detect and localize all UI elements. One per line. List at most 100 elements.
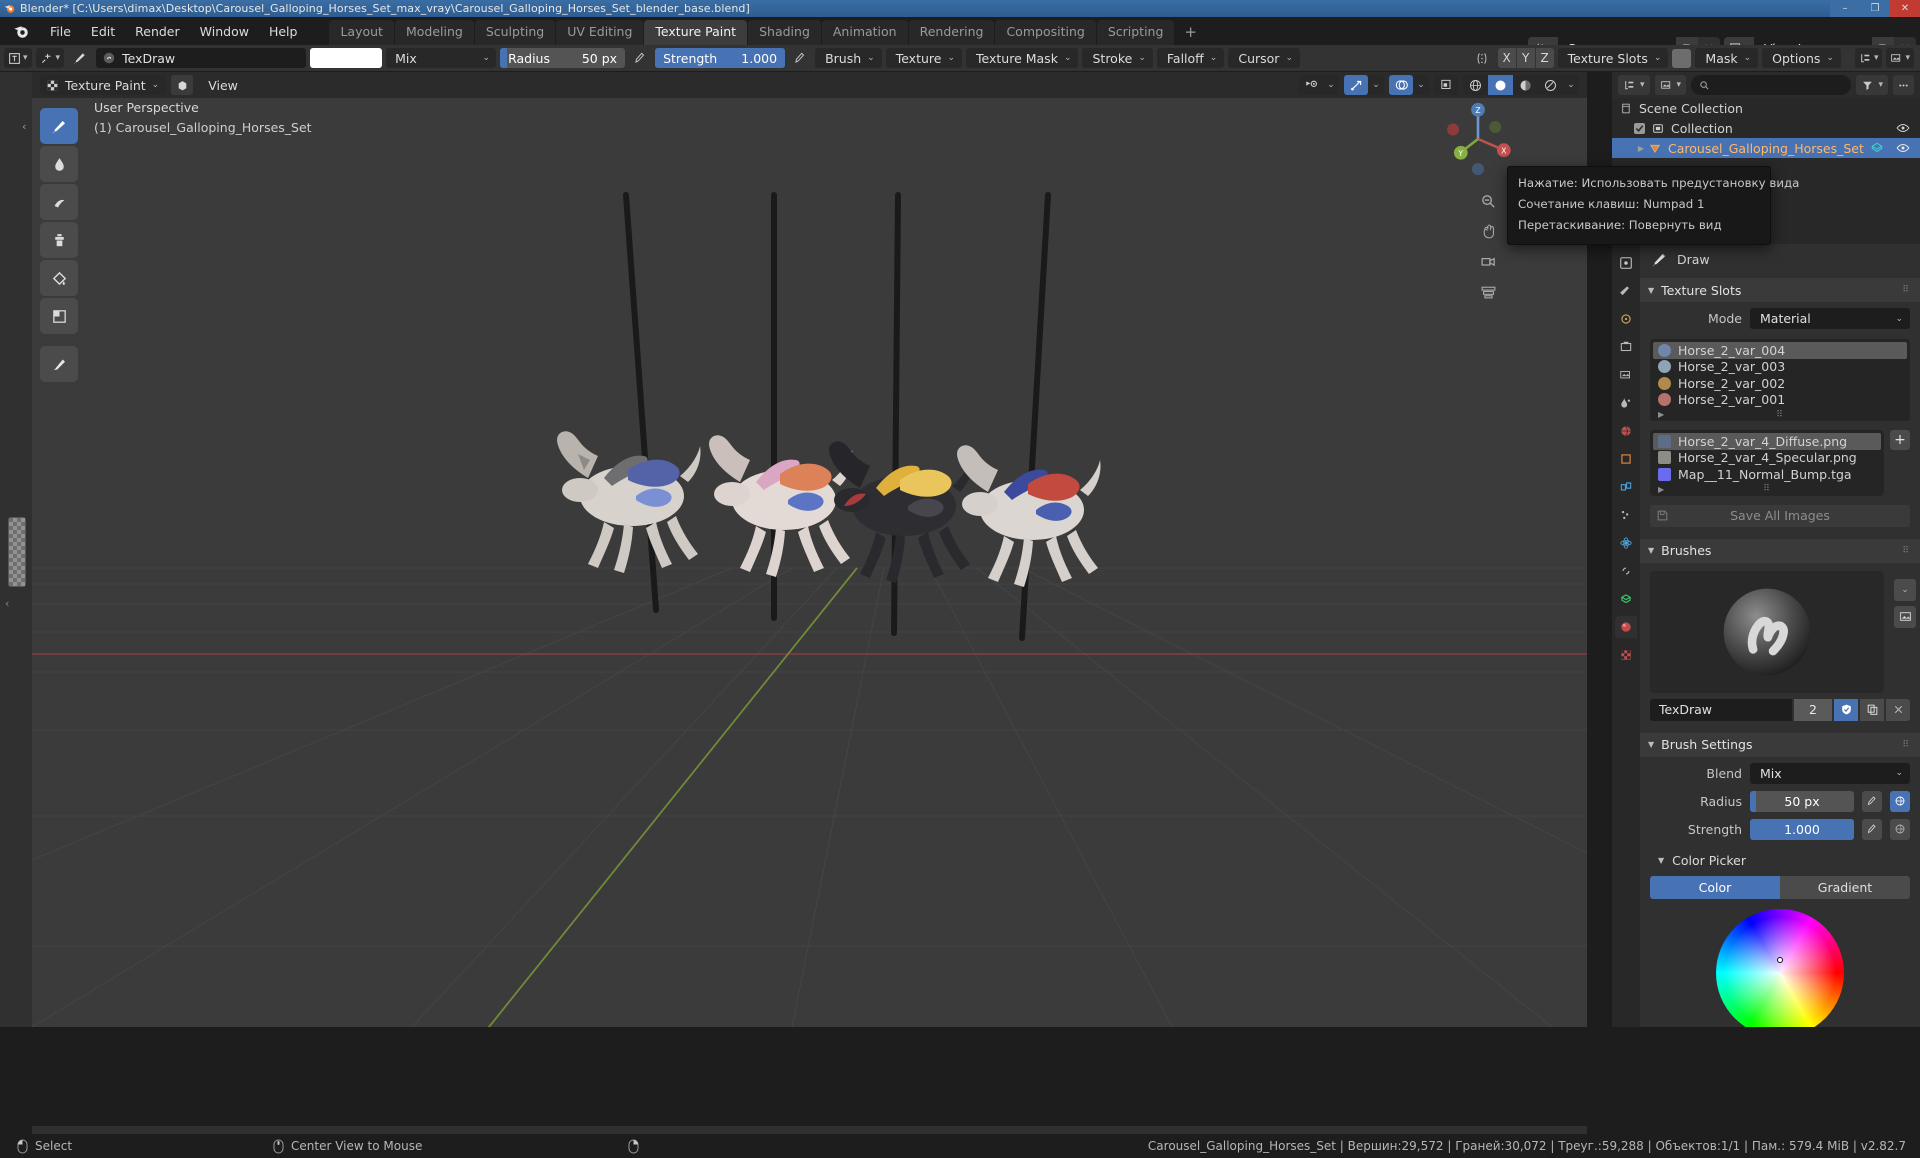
workspace-tab-uv-editing[interactable]: UV Editing	[556, 20, 644, 45]
list-item[interactable]: Horse_2_var_003	[1650, 359, 1910, 376]
expand-triangle-icon[interactable]: ▶	[1658, 485, 1664, 494]
resize-grip-icon[interactable]: ⠿	[1763, 484, 1771, 494]
workspace-tab-sculpting[interactable]: Sculpting	[474, 20, 556, 45]
texture-mask-menu[interactable]: Texture Mask ⌄	[966, 48, 1079, 68]
mode-dropdown[interactable]: Material ⌄	[1750, 308, 1910, 329]
outliner-filter-button[interactable]: ▾	[1856, 75, 1888, 95]
radius-pressure-toggle[interactable]	[629, 48, 651, 68]
expand-triangle-icon[interactable]: ▶	[1634, 144, 1648, 153]
workspace-tab-shading[interactable]: Shading	[748, 20, 821, 45]
menu-file[interactable]: File	[40, 21, 81, 42]
properties-tab-material[interactable]	[1615, 616, 1637, 638]
list-item[interactable]: Horse_2_var_4_Specular.png	[1650, 450, 1884, 467]
symmetry-y-toggle[interactable]: Y	[1516, 48, 1535, 68]
tool-clone-button[interactable]	[40, 222, 78, 258]
overlay-icon[interactable]	[1389, 75, 1413, 95]
add-workspace-button[interactable]: +	[1175, 21, 1206, 45]
tool-fill-button[interactable]	[40, 260, 78, 296]
gizmo-toggle-group[interactable]: ⌄	[1344, 75, 1384, 95]
mask-menu[interactable]: Mask ⌄	[1695, 48, 1759, 68]
falloff-menu[interactable]: Falloff ⌄	[1156, 48, 1225, 68]
menu-help[interactable]: Help	[259, 21, 308, 42]
gizmo-icon[interactable]	[1344, 75, 1368, 95]
close-button[interactable]: ✕	[1890, 0, 1920, 17]
chevron-down-icon[interactable]: ⌄	[1563, 75, 1579, 95]
xray-icon[interactable]	[1434, 75, 1458, 95]
brush-user-count[interactable]: 2	[1794, 698, 1832, 721]
properties-tab-modifiers[interactable]	[1615, 476, 1637, 498]
menu-render[interactable]: Render	[125, 21, 190, 42]
list-item[interactable]: Horse_2_var_4_Diffuse.png	[1653, 433, 1881, 450]
properties-tab-tool[interactable]	[1615, 280, 1637, 302]
workspace-tab-scripting[interactable]: Scripting	[1096, 20, 1175, 45]
resize-grip-icon[interactable]: ⠿	[1776, 410, 1784, 420]
color-picker-panel-header[interactable]: ▼ Color Picker	[1658, 853, 1920, 868]
tool-soften-button[interactable]	[40, 146, 78, 182]
radius-unit-toggle[interactable]	[1890, 790, 1910, 812]
color-wheel[interactable]	[1716, 908, 1844, 1027]
3d-viewport[interactable]: Texture Paint ⌄ View ⌄ ⌄ ⌄ ⌄ User Perspe…	[32, 72, 1587, 1027]
wireframe-shading-icon[interactable]	[1463, 75, 1488, 95]
add-image-button[interactable]: +	[1890, 430, 1910, 450]
workspace-tab-rendering[interactable]: Rendering	[908, 20, 995, 45]
material-preview-shading-icon[interactable]	[1513, 75, 1538, 95]
brush-color-swatch[interactable]	[310, 48, 383, 68]
mask-color-swatch[interactable]	[1672, 48, 1692, 68]
strength-pressure-toggle[interactable]	[789, 48, 811, 68]
properties-tab-render[interactable]	[1615, 308, 1637, 330]
list-item[interactable]: Horse_2_var_004	[1653, 342, 1907, 359]
workspace-tab-modeling[interactable]: Modeling	[394, 20, 474, 45]
tool-annotate-button[interactable]	[40, 346, 78, 382]
texture-slots-panel-header[interactable]: ▼ Texture Slots ⠿	[1640, 278, 1920, 302]
viewport-object-mode-icon[interactable]	[171, 75, 194, 95]
texture-slots-menu[interactable]: Texture Slots ⌄	[1557, 48, 1669, 68]
unlink-brush-button[interactable]	[1886, 698, 1910, 721]
eye-icon[interactable]	[1896, 141, 1910, 155]
list-item[interactable]: Horse_2_var_001	[1650, 392, 1910, 409]
strength-slider[interactable]: Strength 1.000	[655, 48, 786, 68]
rendered-shading-icon[interactable]	[1538, 75, 1563, 95]
strength-unit-toggle[interactable]	[1890, 818, 1910, 840]
texture-preview-thumb[interactable]	[8, 517, 26, 587]
properties-tab-world[interactable]	[1615, 420, 1637, 442]
editor-type-button[interactable]: ▾	[4, 48, 32, 68]
properties-tab-output[interactable]	[1615, 336, 1637, 358]
material-list-footer[interactable]: ▶ ⠿	[1650, 408, 1910, 421]
outliner-display-mode-button[interactable]: ▾	[1654, 75, 1687, 95]
save-all-images-button[interactable]: Save All Images	[1650, 504, 1910, 527]
tool-draw-button[interactable]	[40, 108, 78, 144]
radius-slider[interactable]: 50 px	[1750, 790, 1854, 812]
properties-tab-view-layer[interactable]	[1615, 364, 1637, 386]
strength-slider[interactable]: 1.000	[1750, 818, 1854, 840]
texture-menu[interactable]: Texture ⌄	[885, 48, 962, 68]
brush-menu[interactable]: Brush ⌄	[815, 48, 882, 68]
radius-pressure-toggle[interactable]	[1862, 790, 1882, 812]
overlays-toggle-group[interactable]: ⌄	[1389, 75, 1429, 95]
workspace-tab-animation[interactable]: Animation	[821, 20, 908, 45]
browse-brush-button[interactable]: ⌄	[1894, 578, 1916, 601]
outliner-row-collection[interactable]: Collection	[1612, 118, 1920, 138]
workspace-tab-compositing[interactable]: Compositing	[995, 20, 1096, 45]
color-wheel-cursor[interactable]	[1777, 956, 1783, 963]
brush-preview[interactable]	[1650, 570, 1884, 693]
properties-tab-scene[interactable]	[1615, 392, 1637, 414]
properties-tab-texture[interactable]	[1615, 644, 1637, 666]
blend-dropdown[interactable]: Mix ⌄	[1750, 762, 1910, 784]
interaction-mode-dropdown[interactable]: Texture Paint ⌄	[40, 75, 167, 95]
outliner-options-button[interactable]	[1893, 75, 1914, 95]
tab-gradient[interactable]: Gradient	[1780, 875, 1910, 899]
strength-pressure-toggle[interactable]	[1862, 818, 1882, 840]
brushes-panel-header[interactable]: ▼ Brushes ⠿	[1640, 538, 1920, 563]
expand-triangle-icon[interactable]: ▶	[1658, 410, 1664, 419]
duplicate-brush-button[interactable]	[1860, 698, 1884, 721]
mesh-data-icon[interactable]	[1870, 141, 1884, 155]
collection-checkbox[interactable]	[1634, 122, 1645, 134]
viewport-view-menu[interactable]: View	[198, 75, 248, 95]
symmetry-x-toggle[interactable]: X	[1497, 48, 1516, 68]
list-item[interactable]: Map__11_Normal_Bump.tga	[1650, 466, 1884, 483]
minimize-button[interactable]: –	[1830, 0, 1860, 17]
properties-tab-physics[interactable]	[1615, 532, 1637, 554]
move-view-icon[interactable]	[1477, 220, 1499, 242]
blender-menu-logo-icon[interactable]	[12, 22, 30, 40]
workspace-tab-texture-paint[interactable]: Texture Paint	[644, 20, 748, 45]
